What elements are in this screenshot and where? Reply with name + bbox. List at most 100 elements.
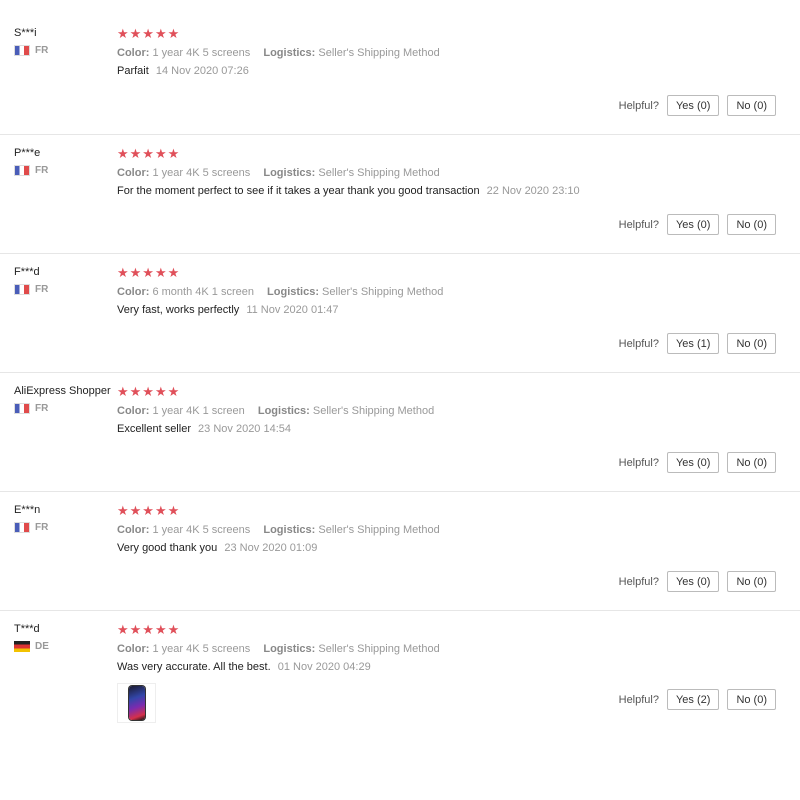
review-content: ★★★★★ Color: 1 year 4K 1 screen Logistic…	[117, 384, 776, 436]
color-value: 1 year 4K 5 screens	[152, 47, 251, 59]
helpful-yes-button[interactable]: Yes (1)	[666, 333, 720, 354]
review-item: S***i FR ★★★★★ Color: 1 year 4K 5 screen…	[0, 0, 800, 135]
logistics-value: Seller's Shipping Method	[318, 47, 440, 59]
star-rating: ★★★★★	[117, 622, 181, 637]
review-item: E***n FR ★★★★★ Color: 1 year 4K 5 screen…	[0, 492, 800, 611]
review-text: Very good thank you	[117, 542, 218, 554]
review-photo-thumbnail[interactable]	[117, 683, 156, 723]
review-text-line: For the moment perfect to see if it take…	[117, 185, 776, 197]
review-list: S***i FR ★★★★★ Color: 1 year 4K 5 screen…	[0, 0, 800, 741]
helpful-no-button[interactable]: No (0)	[727, 333, 776, 354]
helpful-controls: Helpful? Yes (0) No (0)	[619, 95, 776, 116]
reviewer-country: DE	[14, 641, 114, 652]
review-attributes: Color: 1 year 4K 5 screens Logistics: Se…	[117, 47, 776, 59]
color-label: Color:	[117, 167, 150, 179]
germany-flag-icon	[14, 641, 30, 652]
reviewer-name: P***e	[14, 147, 41, 159]
reviewer-info: P***e FR	[14, 147, 114, 176]
star-rating: ★★★★★	[117, 146, 181, 161]
reviewer-name: F***d	[14, 266, 40, 278]
star-rating: ★★★★★	[117, 26, 181, 41]
france-flag-icon	[14, 45, 30, 56]
star-rating: ★★★★★	[117, 265, 181, 280]
review-text: Parfait	[117, 65, 149, 77]
country-code: FR	[35, 403, 49, 414]
logistics-label: Logistics:	[263, 47, 316, 59]
reviewer-info: T***d DE	[14, 623, 114, 652]
review-content: ★★★★★ Color: 1 year 4K 5 screens Logisti…	[117, 146, 776, 198]
helpful-label: Helpful?	[618, 575, 659, 588]
helpful-no-button[interactable]: No (0)	[727, 571, 776, 592]
helpful-yes-button[interactable]: Yes (2)	[666, 689, 720, 710]
color-label: Color:	[117, 286, 150, 298]
logistics-value: Seller's Shipping Method	[318, 167, 440, 179]
review-text-line: Excellent seller 23 Nov 2020 14:54	[117, 423, 776, 435]
color-value: 1 year 4K 5 screens	[152, 524, 251, 536]
helpful-no-button[interactable]: No (0)	[727, 452, 776, 473]
review-item: P***e FR ★★★★★ Color: 1 year 4K 5 screen…	[0, 135, 800, 254]
helpful-controls: Helpful? Yes (1) No (0)	[619, 333, 776, 354]
logistics-label: Logistics:	[267, 286, 319, 298]
color-value: 1 year 4K 5 screens	[152, 643, 251, 655]
review-content: ★★★★★ Color: 6 month 4K 1 screen Logisti…	[117, 265, 776, 317]
reviewer-country: FR	[14, 165, 114, 176]
reviewer-country: FR	[14, 522, 114, 533]
color-label: Color:	[117, 643, 150, 655]
review-text-line: Was very accurate. All the best. 01 Nov …	[117, 661, 776, 673]
helpful-controls: Helpful? Yes (0) No (0)	[619, 452, 776, 473]
helpful-controls: Helpful? Yes (2) No (0)	[619, 689, 776, 710]
star-rating: ★★★★★	[117, 503, 181, 518]
logistics-label: Logistics:	[263, 524, 316, 536]
phone-image	[128, 686, 145, 720]
reviewer-country: FR	[14, 403, 114, 414]
review-item: AliExpress Shopper FR ★★★★★ Color: 1 yea…	[0, 373, 800, 492]
review-date: 14 Nov 2020 07:26	[155, 65, 249, 77]
reviewer-name: S***i	[14, 27, 37, 39]
reviewer-info: F***d FR	[14, 266, 114, 295]
helpful-no-button[interactable]: No (0)	[727, 95, 776, 116]
reviewer-name: T***d	[14, 623, 40, 635]
reviewer-info: AliExpress Shopper FR	[14, 385, 114, 414]
review-text: For the moment perfect to see if it take…	[117, 185, 480, 197]
color-label: Color:	[117, 524, 150, 536]
helpful-label: Helpful?	[618, 99, 659, 112]
review-text: Very fast, works perfectly	[117, 304, 240, 316]
color-label: Color:	[117, 405, 150, 417]
helpful-yes-button[interactable]: Yes (0)	[666, 95, 720, 116]
review-attributes: Color: 1 year 4K 5 screens Logistics: Se…	[117, 167, 776, 179]
helpful-label: Helpful?	[618, 693, 659, 706]
review-attributes: Color: 1 year 4K 5 screens Logistics: Se…	[117, 643, 776, 655]
review-date: 23 Nov 2020 14:54	[198, 423, 292, 435]
review-text: Excellent seller	[117, 423, 191, 435]
helpful-controls: Helpful? Yes (0) No (0)	[619, 214, 776, 235]
reviewer-name: E***n	[14, 504, 41, 516]
review-text-line: Parfait 14 Nov 2020 07:26	[117, 65, 776, 77]
logistics-value: Seller's Shipping Method	[318, 643, 440, 655]
helpful-yes-button[interactable]: Yes (0)	[666, 214, 720, 235]
review-attributes: Color: 1 year 4K 5 screens Logistics: Se…	[117, 524, 776, 536]
review-date: 01 Nov 2020 04:29	[277, 661, 371, 673]
france-flag-icon	[14, 284, 30, 295]
logistics-label: Logistics:	[263, 167, 316, 179]
helpful-label: Helpful?	[618, 218, 659, 231]
star-rating: ★★★★★	[117, 384, 181, 399]
country-code: FR	[35, 284, 49, 295]
country-code: FR	[35, 45, 49, 56]
reviewer-name: AliExpress Shopper	[14, 385, 111, 397]
review-text-line: Very fast, works perfectly 11 Nov 2020 0…	[117, 304, 776, 316]
color-value: 1 year 4K 1 screen	[152, 405, 245, 417]
reviewer-country: FR	[14, 284, 114, 295]
reviewer-info: S***i FR	[14, 27, 114, 56]
logistics-value: Seller's Shipping Method	[322, 286, 444, 298]
review-attributes: Color: 6 month 4K 1 screen Logistics: Se…	[117, 286, 776, 298]
helpful-controls: Helpful? Yes (0) No (0)	[619, 571, 776, 592]
france-flag-icon	[14, 403, 30, 414]
helpful-yes-button[interactable]: Yes (0)	[666, 452, 720, 473]
country-code: FR	[35, 165, 49, 176]
logistics-label: Logistics:	[257, 405, 310, 417]
helpful-no-button[interactable]: No (0)	[727, 214, 776, 235]
reviewer-country: FR	[14, 45, 114, 56]
helpful-yes-button[interactable]: Yes (0)	[666, 571, 720, 592]
review-content: ★★★★★ Color: 1 year 4K 5 screens Logisti…	[117, 26, 776, 78]
helpful-no-button[interactable]: No (0)	[727, 689, 776, 710]
